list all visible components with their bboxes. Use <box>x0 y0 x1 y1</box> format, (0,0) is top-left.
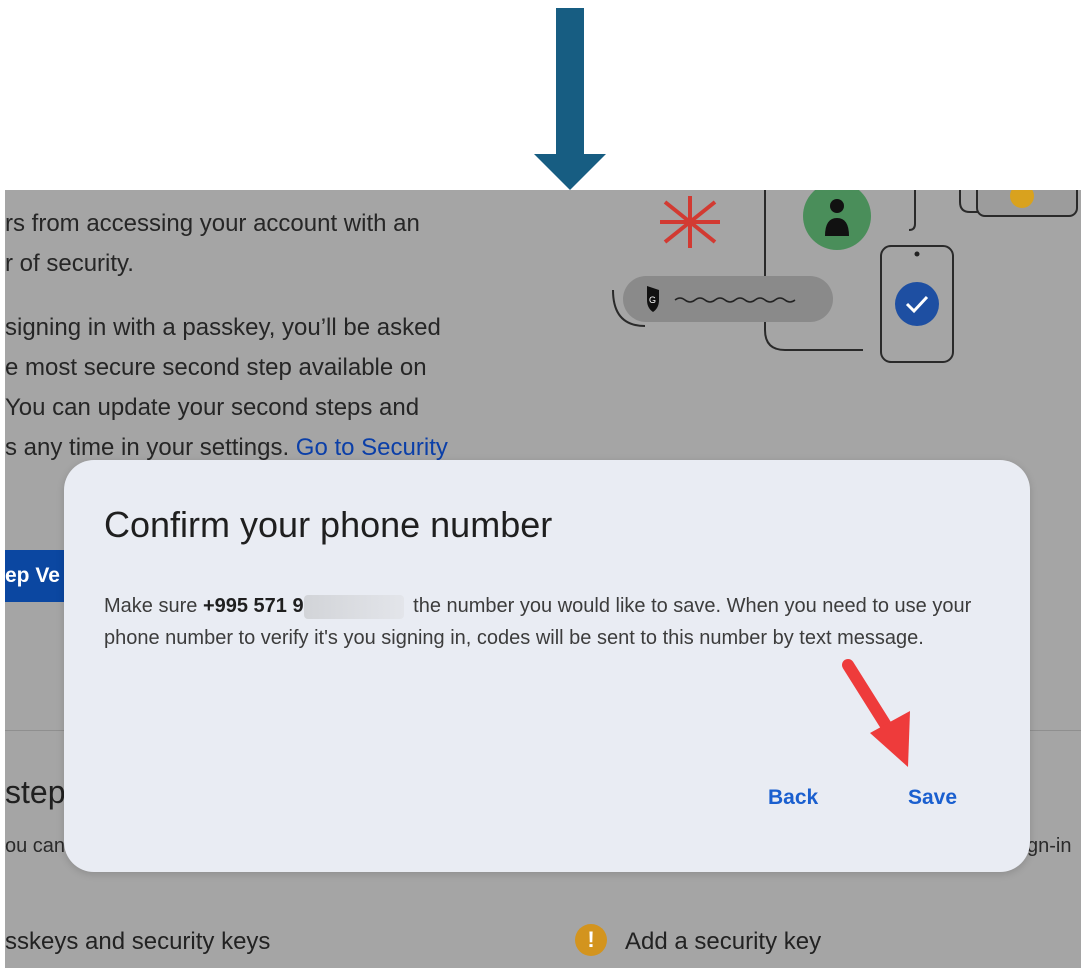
svg-text:G: G <box>649 295 656 305</box>
red-arrow-annotation <box>842 659 910 767</box>
phone-number: +995 571 9 <box>202 595 304 617</box>
description-paragraph-2: signing in with a passkey, you’ll be ask… <box>5 314 448 461</box>
redacted-phone-digits <box>303 594 404 619</box>
down-arrow-annotation <box>534 8 606 190</box>
save-button[interactable]: Save <box>900 782 965 814</box>
second-steps-heading: step <box>5 774 66 810</box>
security-illustration: G <box>612 190 1078 363</box>
warning-icon: ! <box>575 924 607 956</box>
dialog-title: Confirm your phone number <box>104 504 553 545</box>
add-security-key-row[interactable]: Add a security key <box>625 928 821 956</box>
back-button[interactable]: Back <box>760 782 826 814</box>
sign-in-text: gn-in <box>1027 835 1072 857</box>
passkeys-row[interactable]: sskeys and security keys <box>5 928 270 956</box>
second-steps-description: ou can <box>5 835 66 857</box>
dialog-body: Make sure +995 571 9 the number you woul… <box>104 594 972 649</box>
go-to-security-link[interactable]: Go to Security <box>296 434 448 461</box>
description-paragraph-1: rs from accessing your account with an r… <box>5 210 420 277</box>
